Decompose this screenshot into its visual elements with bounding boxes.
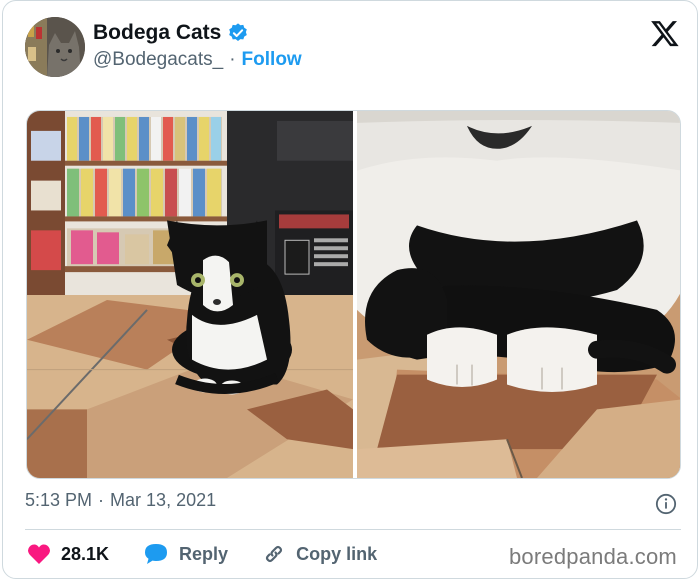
reply-bubble-icon — [145, 544, 168, 564]
tweet-card: Bodega Cats @Bodegacats_ · Follow 5:13 P… — [2, 0, 698, 579]
like-button[interactable]: 28.1K — [27, 543, 109, 565]
divider — [25, 529, 681, 530]
author-handle[interactable]: @Bodegacats_ — [93, 49, 223, 71]
copy-link-button[interactable]: Copy link — [262, 542, 377, 566]
info-icon[interactable] — [655, 493, 677, 515]
cat-photo-closeup-paws[interactable] — [357, 111, 681, 478]
author-name[interactable]: Bodega Cats — [93, 21, 221, 45]
cat-photo-bodega-shelves[interactable] — [27, 111, 353, 478]
link-icon — [265, 545, 283, 563]
copy-link-label: Copy link — [296, 543, 378, 564]
like-count: 28.1K — [61, 543, 110, 564]
tweet-time: 5:13 PM — [25, 490, 93, 510]
verified-badge-icon — [229, 23, 248, 41]
reply-label: Reply — [179, 543, 229, 564]
timestamp[interactable]: 5:13 PM · Mar 13, 2021 — [25, 490, 216, 511]
x-logo-icon[interactable] — [649, 18, 681, 48]
follow-button[interactable]: Follow — [242, 49, 302, 71]
tweet-date: Mar 13, 2021 — [110, 490, 217, 510]
action-bar: 28.1K Reply Copy link — [27, 542, 411, 566]
watermark: boredpanda.com — [509, 544, 677, 569]
avatar[interactable] — [25, 17, 85, 77]
handle-separator: · — [229, 49, 236, 70]
time-separator: · — [98, 490, 105, 510]
avatar-cat-image — [25, 17, 85, 77]
heart-icon — [28, 544, 50, 564]
reply-button[interactable]: Reply — [143, 542, 228, 566]
media-grid[interactable] — [26, 110, 681, 479]
